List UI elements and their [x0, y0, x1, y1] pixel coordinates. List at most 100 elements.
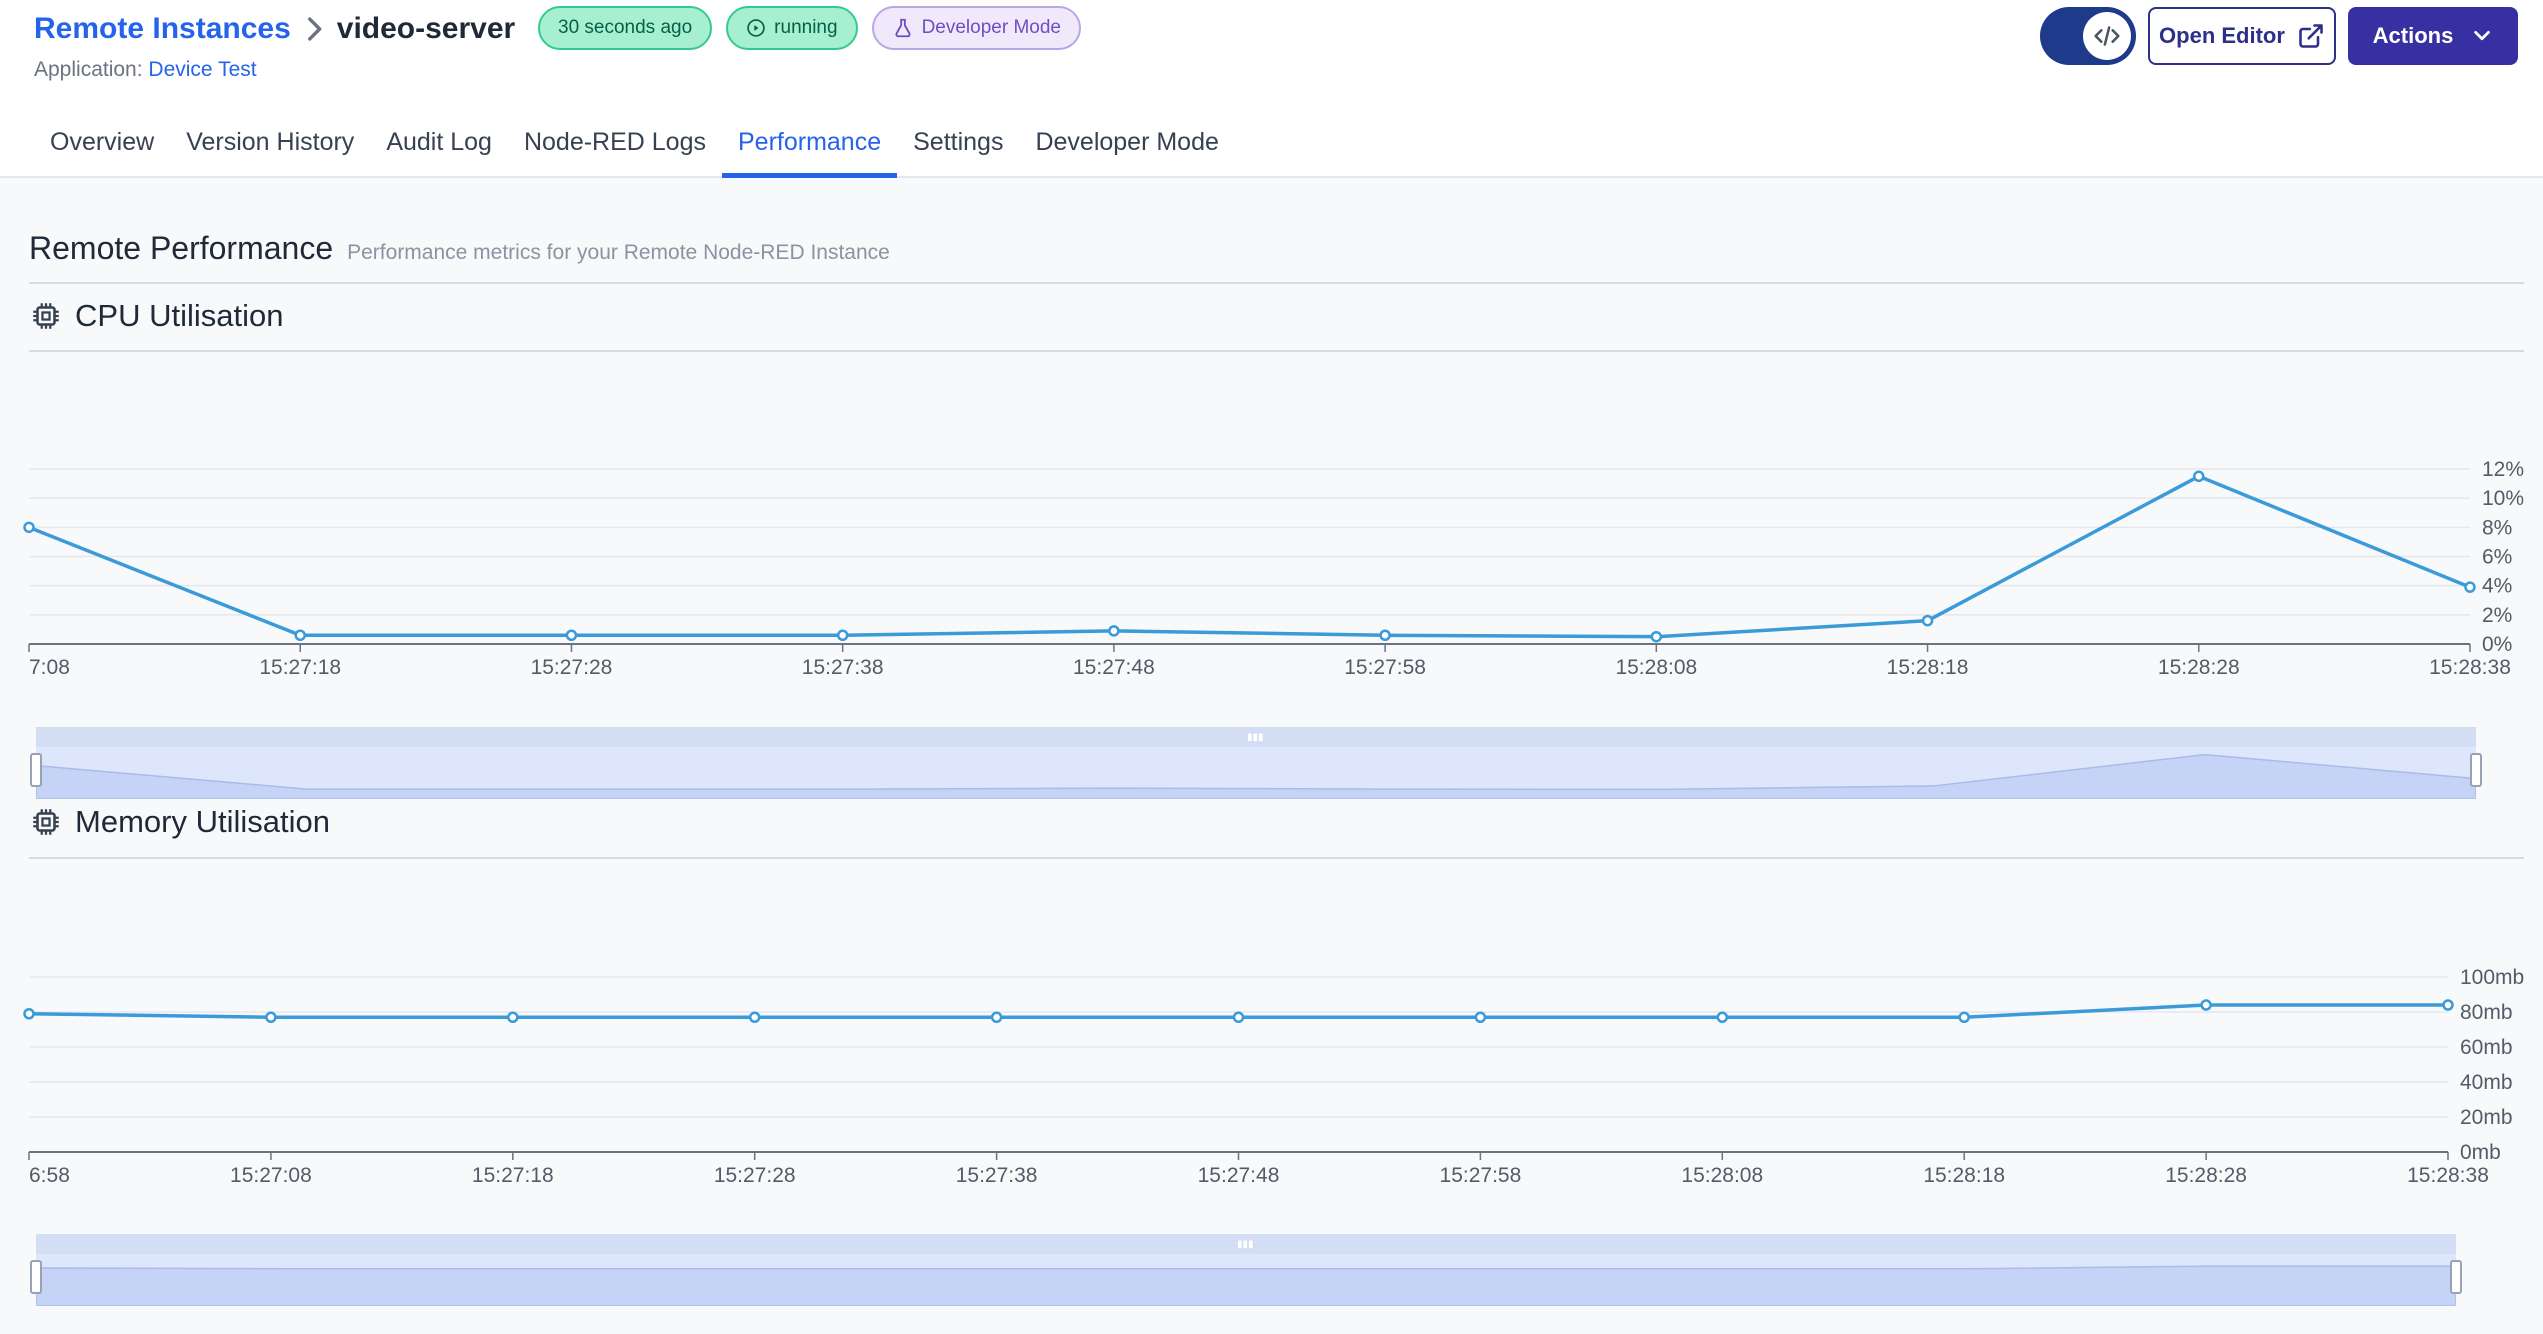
last-seen-badge: 30 seconds ago	[538, 6, 713, 50]
memory-data-point	[2442, 999, 2454, 1011]
memory-zoom-handle-left[interactable]	[30, 1260, 42, 1294]
cpu-y-tick-label: 6%	[2482, 546, 2512, 569]
cpu-y-tick-label: 2%	[2482, 604, 2512, 627]
memory-chart-title: Memory Utilisation	[75, 804, 330, 839]
memory-data-point	[507, 1011, 519, 1023]
play-circle-icon	[747, 19, 765, 37]
cpu-y-tick-label: 0%	[2482, 633, 2512, 656]
instance-name: video-server	[336, 12, 516, 45]
memory-chart-header: Memory Utilisation	[29, 804, 330, 840]
section-title: Remote Performance Performance metrics f…	[29, 230, 890, 267]
memory-zoom-slider[interactable]: ▮▮▮	[30, 1234, 2462, 1306]
cpu-chart: 0% 2% 4% 6% 8% 10% 12% 7:08 15:27:18 15:27:28 15:2…	[23, 458, 2524, 679]
memory-x-tick-label: 15:27:28	[714, 1164, 796, 1187]
memory-data-point	[2200, 999, 2212, 1011]
section-subtitle: Performance metrics for your Remote Node…	[347, 241, 890, 264]
tab-performance[interactable]: Performance	[721, 116, 898, 178]
zoom-grip-icon[interactable]: ▮▮▮	[1237, 1239, 1255, 1250]
cpu-data-point	[294, 629, 306, 641]
cpu-x-tick-label: 15:27:18	[259, 656, 341, 679]
cpu-data-point	[1379, 629, 1391, 641]
memory-x-tick-label: 15:27:08	[230, 1164, 312, 1187]
memory-chart-divider	[29, 857, 2524, 859]
memory-y-tick-label: 0mb	[2460, 1141, 2501, 1164]
memory-y-tick-label: 20mb	[2460, 1106, 2513, 1129]
memory-x-tick-label: 15:27:18	[472, 1164, 554, 1187]
open-editor-label: Open Editor	[2159, 23, 2285, 48]
chevron-right-icon	[307, 17, 322, 41]
chevron-down-icon	[2474, 30, 2491, 41]
cpu-zoom-slider[interactable]: ▮▮▮	[30, 727, 2482, 799]
cpu-chart-title: CPU Utilisation	[75, 298, 284, 333]
instance-header: Remote Instances video-server 30 seconds…	[0, 0, 2543, 178]
cpu-x-tick-label: 7:08	[29, 656, 70, 679]
application-line: Application: Device Test	[34, 58, 257, 82]
code-icon	[2094, 26, 2120, 46]
cpu-data-point	[836, 629, 849, 641]
memory-data-point	[748, 1011, 761, 1023]
memory-x-tick-label: 15:28:08	[1681, 1164, 1763, 1187]
memory-x-tick-label: 15:27:58	[1440, 1164, 1522, 1187]
cpu-y-tick-label: 8%	[2482, 516, 2512, 539]
cpu-x-tick-label: 15:27:48	[1073, 656, 1155, 679]
memory-x-tick-label: 15:28:28	[2165, 1164, 2247, 1187]
memory-mini-area	[36, 1265, 2456, 1306]
memory-y-tick-label: 40mb	[2460, 1071, 2513, 1094]
status-text: running	[774, 17, 838, 38]
breadcrumb-remote-instances-link[interactable]: Remote Instances	[34, 12, 291, 46]
tab-overview[interactable]: Overview	[34, 116, 170, 178]
external-link-icon	[2299, 24, 2323, 48]
tab-node-red-logs[interactable]: Node-RED Logs	[508, 116, 722, 178]
memory-chart: 0mb 20mb 40mb 60mb 80mb 100mb 6:58 15:27:08 15:2…	[23, 966, 2524, 1187]
cpu-data-point	[1921, 614, 1934, 627]
beaker-icon	[895, 18, 911, 38]
status-badges: 30 seconds ago running Developer Mode	[538, 6, 1081, 50]
cpu-y-tick-label: 4%	[2482, 575, 2512, 598]
cpu-zoom-handle-left[interactable]	[30, 753, 42, 787]
memory-x-tick-label: 15:28:38	[2407, 1164, 2489, 1187]
cpu-data-point	[1108, 625, 1120, 637]
memory-y-tick-label: 100mb	[2460, 966, 2524, 989]
cpu-x-tick-label: 15:28:28	[2158, 656, 2240, 679]
cpu-y-tick-label: 12%	[2482, 458, 2524, 481]
open-editor-button[interactable]: Open Editor	[2148, 7, 2336, 65]
cpu-mini-area	[36, 753, 2476, 799]
cpu-x-tick-label: 15:28:08	[1615, 656, 1697, 679]
application-label: Application:	[34, 58, 143, 81]
cpu-data-point	[23, 521, 35, 534]
application-link[interactable]: Device Test	[148, 58, 256, 81]
developer-mode-toggle[interactable]	[2040, 7, 2136, 65]
tab-settings[interactable]: Settings	[897, 116, 1019, 178]
memory-data-point	[1474, 1011, 1487, 1023]
last-seen-text: 30 seconds ago	[558, 17, 693, 38]
tab-developer-mode[interactable]: Developer Mode	[1019, 116, 1234, 178]
toggle-knob	[2083, 12, 2131, 60]
cpu-y-tick-label: 10%	[2482, 487, 2524, 510]
memory-x-tick-label: 15:28:18	[1923, 1164, 2005, 1187]
memory-data-point	[265, 1011, 277, 1023]
memory-data-point	[1958, 1011, 1970, 1023]
instance-tabs: Overview Version History Audit Log Node-…	[34, 116, 1235, 178]
memory-data-point	[990, 1011, 1003, 1023]
cpu-data-point	[2464, 581, 2476, 593]
status-badge: running	[726, 6, 858, 50]
memory-x-tick-label: 6:58	[29, 1164, 70, 1187]
tab-version-history[interactable]: Version History	[170, 116, 370, 178]
zoom-grip-icon[interactable]: ▮▮▮	[1247, 732, 1265, 743]
cpu-zoom-handle-right[interactable]	[2470, 753, 2482, 787]
memory-zoom-handle-right[interactable]	[2450, 1260, 2462, 1294]
memory-data-point	[1716, 1011, 1729, 1023]
actions-button[interactable]: Actions	[2348, 7, 2518, 65]
chip-icon	[33, 809, 59, 835]
developer-mode-badge: Developer Mode	[871, 6, 1081, 50]
actions-label: Actions	[2372, 23, 2454, 48]
cpu-x-tick-label: 15:27:38	[802, 656, 884, 679]
section-divider	[29, 282, 2524, 284]
memory-zoom-preview	[36, 1265, 2456, 1306]
memory-y-tick-label: 80mb	[2460, 1001, 2513, 1024]
cpu-zoom-preview	[36, 753, 2476, 799]
memory-x-tick-label: 15:27:48	[1198, 1164, 1280, 1187]
memory-y-tick-label: 60mb	[2460, 1036, 2513, 1059]
cpu-x-tick-label: 15:28:38	[2429, 656, 2511, 679]
tab-audit-log[interactable]: Audit Log	[370, 116, 508, 178]
